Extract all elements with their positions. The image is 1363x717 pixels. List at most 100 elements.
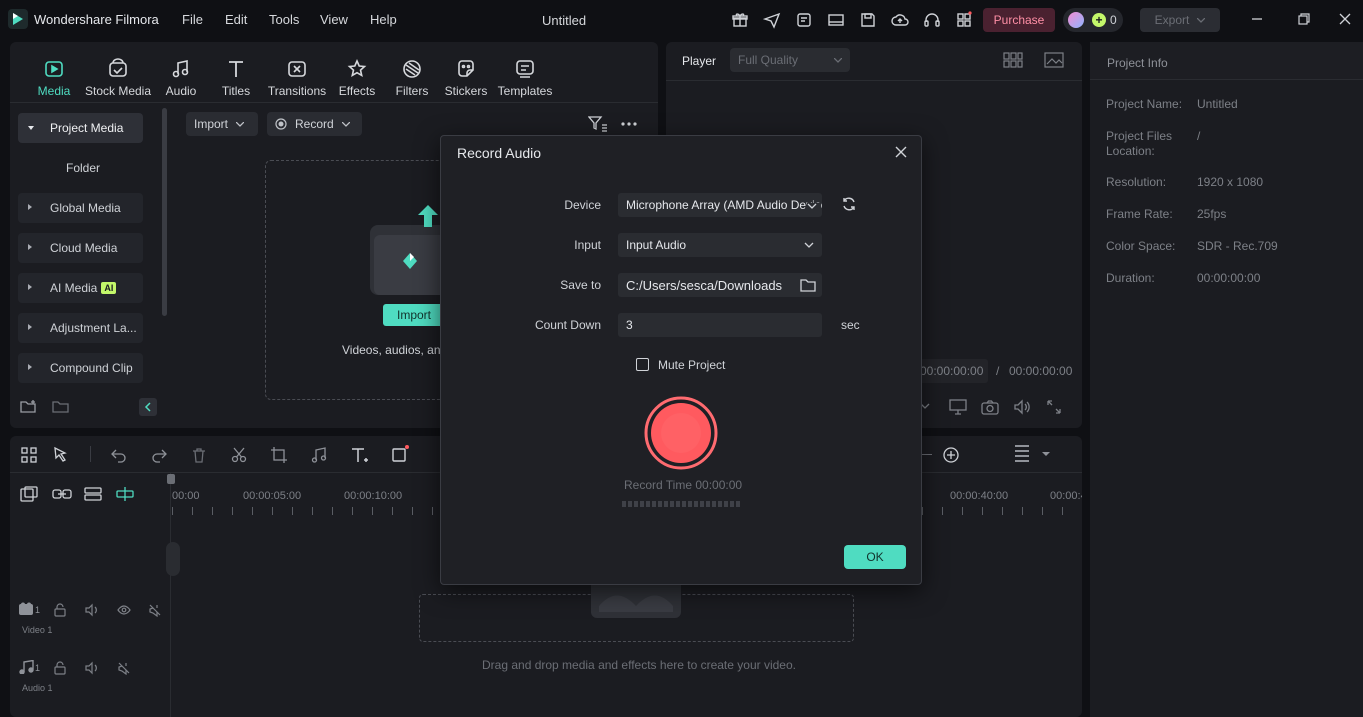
notes-icon[interactable] [795, 11, 813, 29]
audio-track-index: 1 [35, 663, 41, 673]
zoom-in-icon[interactable] [942, 446, 960, 464]
save-icon[interactable] [859, 11, 877, 29]
minimize-icon[interactable] [1250, 12, 1264, 26]
tab-titles[interactable]: Titles [218, 58, 254, 98]
select-pointer-icon[interactable] [52, 446, 70, 464]
export-button[interactable]: Export [1140, 8, 1220, 32]
save-to-label: Save to [560, 278, 601, 292]
record-dropdown[interactable]: Record [267, 112, 362, 136]
sidebar-item-ai-media[interactable]: AI Media AI [18, 273, 143, 303]
menu-file[interactable]: File [182, 12, 203, 27]
sidebar-item-compound-clip[interactable]: Compound Clip [18, 353, 143, 383]
input-select[interactable]: Input Audio [618, 233, 822, 257]
volume-icon[interactable] [1013, 399, 1031, 415]
folder-icon[interactable] [52, 399, 70, 415]
compound-icon[interactable] [84, 486, 102, 502]
volume-icon[interactable] [85, 661, 99, 675]
folder-icon[interactable] [800, 278, 816, 292]
headset-icon[interactable] [923, 11, 941, 29]
device-select[interactable]: Microphone Array (AMD Audio Device) [618, 193, 822, 217]
mute-track-icon[interactable] [117, 661, 131, 675]
info-label-duration: Duration: [1106, 271, 1155, 285]
menu-edit[interactable]: Edit [225, 12, 247, 27]
link-icon[interactable] [52, 486, 72, 502]
menu-tools[interactable]: Tools [269, 12, 299, 27]
purchase-button[interactable]: Purchase [983, 8, 1055, 32]
credits-badge[interactable]: + 0 [1063, 8, 1123, 32]
sidebar-item-cloud-media[interactable]: Cloud Media [18, 233, 143, 263]
fullscreen-icon[interactable] [1046, 399, 1062, 415]
track-height-icon[interactable] [1014, 444, 1030, 464]
apps-grid-icon[interactable] [955, 11, 973, 29]
tab-media[interactable]: Media [32, 58, 76, 98]
send-icon[interactable] [763, 11, 781, 29]
gift-icon[interactable] [731, 11, 749, 29]
add-track-icon[interactable] [20, 486, 38, 502]
camera-snapshot-icon[interactable] [981, 399, 999, 415]
audio-edit-icon[interactable] [310, 446, 328, 464]
undo-icon[interactable] [110, 446, 128, 464]
monitor-icon[interactable] [949, 399, 967, 415]
text-t-icon [225, 58, 247, 80]
close-icon[interactable] [895, 146, 907, 158]
scissors-icon[interactable] [230, 446, 248, 464]
lock-icon[interactable] [53, 603, 67, 617]
refresh-icon[interactable] [841, 196, 857, 212]
mute-track-icon[interactable] [148, 603, 162, 617]
info-value-duration: 00:00:00:00 [1197, 271, 1261, 285]
ok-button[interactable]: OK [844, 545, 906, 569]
close-window-icon[interactable] [1338, 12, 1352, 26]
new-folder-icon[interactable] [20, 399, 38, 415]
import-dropdown[interactable]: Import [186, 112, 258, 136]
tab-filters[interactable]: Filters [393, 58, 431, 98]
collapse-sidebar-button[interactable] [139, 398, 157, 416]
tab-stock-media[interactable]: Stock Media [82, 58, 154, 98]
delete-icon[interactable] [190, 446, 208, 464]
playhead-handle[interactable] [167, 474, 175, 484]
app-name: Wondershare Filmora [34, 12, 159, 27]
tab-stickers[interactable]: Stickers [444, 58, 488, 98]
sidebar-item-folder[interactable]: Folder [18, 161, 148, 175]
info-value-color-space: SDR - Rec.709 [1197, 239, 1278, 253]
layout-grid-icon[interactable] [20, 446, 38, 464]
filter-sort-icon[interactable] [588, 116, 608, 132]
sidebar-item-global-media[interactable]: Global Media [18, 193, 143, 223]
device-label: Device [564, 198, 601, 212]
current-time-field[interactable]: 00:00:00:00 [918, 359, 988, 383]
grid-view-icon[interactable] [1003, 52, 1023, 68]
tab-transitions[interactable]: Transitions [266, 58, 328, 98]
import-button[interactable]: Import [383, 304, 445, 326]
info-label-color-space: Color Space: [1106, 239, 1176, 253]
lock-icon[interactable] [53, 661, 67, 675]
layout-icon[interactable] [827, 11, 845, 29]
chevron-down-icon [236, 121, 245, 127]
record-screen-icon[interactable] [391, 444, 411, 464]
eye-icon[interactable] [117, 603, 131, 617]
cloud-upload-icon[interactable] [891, 11, 909, 29]
menu-view[interactable]: View [320, 12, 348, 27]
sidebar-scrollbar[interactable] [162, 108, 167, 316]
chevron-down-icon[interactable] [1042, 452, 1050, 457]
tab-effects[interactable]: Effects [336, 58, 378, 98]
sidebar-item-adjustment-layer[interactable]: Adjustment La... [18, 313, 143, 343]
record-button[interactable] [644, 396, 718, 470]
image-icon[interactable] [1044, 52, 1064, 68]
more-options-icon[interactable] [621, 122, 637, 126]
tab-audio[interactable]: Audio [162, 58, 200, 98]
mute-project-checkbox[interactable] [636, 358, 649, 371]
crop-icon[interactable] [270, 446, 288, 464]
timeline-scroll-handle[interactable] [166, 542, 180, 576]
save-to-field[interactable]: C:/Users/sesca/Downloads [618, 273, 822, 297]
tab-templates[interactable]: Templates [497, 58, 553, 98]
volume-icon[interactable] [85, 603, 99, 617]
restore-icon[interactable] [1297, 12, 1311, 26]
snap-icon[interactable] [116, 486, 134, 502]
quality-select[interactable]: Full Quality [730, 48, 850, 72]
divider [10, 102, 658, 103]
redo-icon[interactable] [150, 446, 168, 464]
add-text-icon[interactable] [350, 446, 370, 464]
sidebar-item-project-media[interactable]: Project Media [18, 113, 143, 143]
caret-right-icon [28, 204, 32, 210]
count-down-input[interactable]: 3 [618, 313, 822, 337]
menu-help[interactable]: Help [370, 12, 397, 27]
